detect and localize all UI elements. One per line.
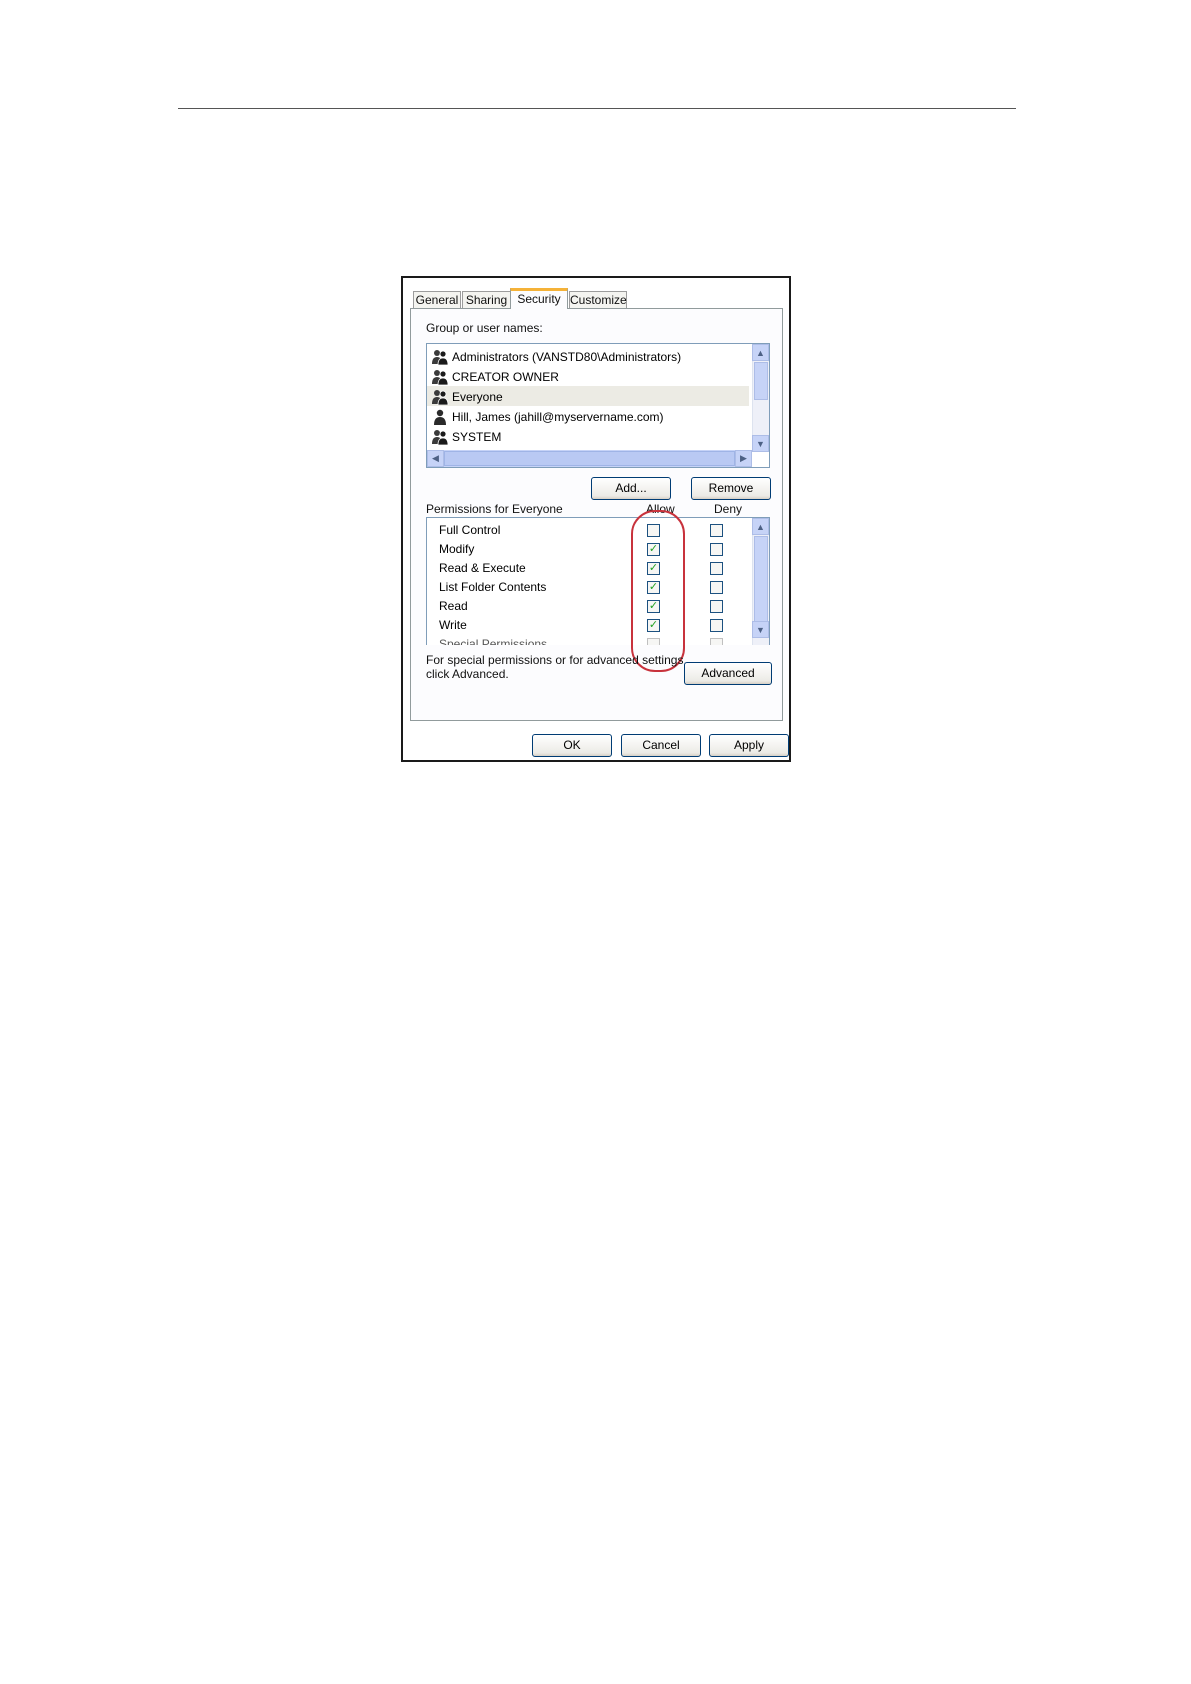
security-tab-panel: Group or user names: Administrators (VAN… — [410, 308, 783, 721]
user-list-item[interactable]: Everyone — [427, 386, 749, 406]
allow-checkbox[interactable]: ✓ — [647, 600, 660, 613]
page-header-rule — [178, 108, 1016, 109]
properties-dialog: General Sharing Security Customize Group… — [401, 276, 791, 762]
deny-checkbox[interactable] — [710, 581, 723, 594]
permission-name: Special Permissions — [439, 637, 548, 645]
user-name: CREATOR OWNER — [452, 369, 559, 384]
add-button[interactable]: Add... — [591, 477, 671, 500]
permission-name: Write — [439, 618, 467, 632]
scroll-left-icon[interactable]: ◀ — [427, 450, 444, 467]
permissions-label: Permissions for Everyone — [426, 502, 563, 516]
vertical-scroll-thumb[interactable] — [754, 536, 768, 626]
user-list-item[interactable]: Administrators (VANSTD80\Administrators) — [431, 346, 749, 366]
allow-checkbox[interactable] — [647, 524, 660, 537]
user-icon — [431, 409, 449, 425]
group-icon — [431, 369, 449, 386]
vertical-scroll-thumb[interactable] — [754, 362, 768, 400]
tab-sharing[interactable]: Sharing — [462, 291, 511, 308]
group-or-user-names-label: Group or user names: — [426, 321, 543, 335]
ok-button[interactable]: OK — [532, 734, 612, 757]
deny-checkbox[interactable] — [710, 524, 723, 537]
permission-name: Read & Execute — [439, 561, 526, 575]
user-list-item[interactable]: CREATOR OWNER — [431, 366, 749, 386]
allow-checkbox[interactable] — [647, 638, 660, 645]
horizontal-scroll-thumb[interactable] — [444, 451, 735, 466]
scroll-up-icon[interactable]: ▲ — [752, 344, 769, 361]
deny-checkbox[interactable] — [710, 638, 723, 645]
permission-name: Full Control — [439, 523, 501, 537]
deny-checkbox[interactable] — [710, 543, 723, 556]
cancel-button[interactable]: Cancel — [621, 734, 701, 757]
user-name: SYSTEM — [452, 429, 502, 444]
deny-checkbox[interactable] — [710, 562, 723, 575]
allow-checkbox[interactable]: ✓ — [647, 562, 660, 575]
scroll-up-icon[interactable]: ▲ — [752, 518, 769, 535]
permissions-vertical-scrollbar[interactable]: ▲ ▼ — [752, 518, 769, 645]
user-list[interactable]: Administrators (VANSTD80\Administrators)… — [426, 343, 770, 468]
tab-customize[interactable]: Customize — [569, 291, 627, 308]
advanced-button[interactable]: Advanced — [684, 662, 772, 685]
permissions-list[interactable]: Full Control Modify ✓ Read & Execute ✓ List F… — [426, 517, 770, 645]
group-icon — [431, 429, 449, 446]
allow-checkbox[interactable]: ✓ — [647, 581, 660, 594]
permission-name: List Folder Contents — [439, 580, 547, 594]
scroll-down-icon[interactable]: ▼ — [752, 621, 769, 638]
advanced-note-line-2: click Advanced. — [426, 667, 509, 681]
advanced-note-line-1: For special permissions or for advanced … — [426, 653, 687, 667]
group-icon — [431, 389, 449, 406]
group-icon — [431, 349, 449, 366]
deny-checkbox[interactable] — [710, 600, 723, 613]
permission-name: Modify — [439, 542, 475, 556]
permission-name: Read — [439, 599, 468, 613]
allow-checkbox[interactable]: ✓ — [647, 543, 660, 556]
user-name: Hill, James (jahill@myservername.com) — [452, 409, 664, 424]
advanced-note: For special permissions or for advanced … — [426, 653, 687, 681]
tab-security[interactable]: Security — [510, 288, 568, 309]
user-list-vertical-scrollbar[interactable]: ▲ ▼ — [752, 344, 769, 452]
scroll-right-icon[interactable]: ▶ — [735, 450, 752, 467]
user-list-item[interactable]: Hill, James (jahill@myservername.com) — [431, 406, 749, 426]
user-list-item[interactable]: SYSTEM — [431, 426, 749, 446]
deny-column-header: Deny — [714, 502, 743, 516]
user-name: Administrators (VANSTD80\Administrators) — [452, 349, 682, 364]
user-name: Everyone — [452, 389, 503, 404]
allow-checkbox[interactable]: ✓ — [647, 619, 660, 632]
apply-button[interactable]: Apply — [709, 734, 789, 757]
scroll-down-icon[interactable]: ▼ — [752, 435, 769, 452]
deny-checkbox[interactable] — [710, 619, 723, 632]
tab-general[interactable]: General — [413, 291, 461, 308]
remove-button[interactable]: Remove — [691, 477, 771, 500]
user-list-horizontal-scrollbar[interactable]: ◀ ▶ — [427, 450, 752, 467]
allow-column-header: Allow — [646, 502, 675, 516]
